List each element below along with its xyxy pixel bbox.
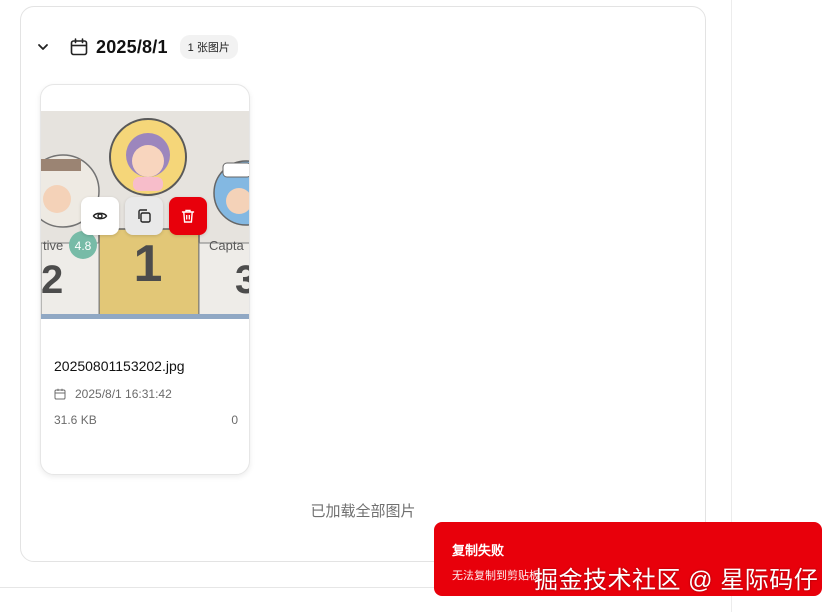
image-thumbnail[interactable]: 4.8 tive Capta 1 2 3	[41, 111, 249, 319]
delete-button[interactable]	[169, 197, 207, 235]
timestamp-row: 2025/8/1 16:31:42	[54, 387, 172, 401]
calendar-small-icon	[54, 387, 68, 401]
copy-button[interactable]	[125, 197, 163, 235]
right-divider	[731, 0, 732, 612]
image-actions	[81, 197, 207, 235]
calendar-icon	[68, 36, 90, 58]
date-group-header: 2025/8/1 1 张图片	[34, 28, 238, 66]
view-button[interactable]	[81, 197, 119, 235]
file-name: 20250801153202.jpg	[54, 358, 185, 374]
watermark: 掘金技术社区 @ 星际码仔	[534, 567, 819, 594]
copy-icon	[138, 209, 151, 223]
loaded-all-text: 已加载全部图片	[310, 503, 416, 520]
collapse-button[interactable]	[34, 38, 52, 56]
image-card[interactable]: 4.8 tive Capta 1 2 3 20250	[40, 84, 250, 475]
timestamp: 2025/8/1 16:31:42	[75, 387, 172, 401]
chevron-down-icon	[38, 44, 48, 50]
image-count-badge: 1 张图片	[179, 35, 238, 59]
trash-icon	[181, 209, 195, 223]
file-size: 31.6 KB	[54, 413, 97, 427]
toast-title: 复制失败	[452, 543, 505, 558]
group-date-title: 2025/8/1	[96, 36, 168, 57]
size-row: 31.6 KB 0	[54, 413, 238, 427]
usage-count: 0	[231, 413, 238, 427]
page: 2025/8/1 1 张图片 4.8 tive Capta 1 2 202508…	[0, 0, 838, 612]
eye-icon	[92, 212, 108, 220]
